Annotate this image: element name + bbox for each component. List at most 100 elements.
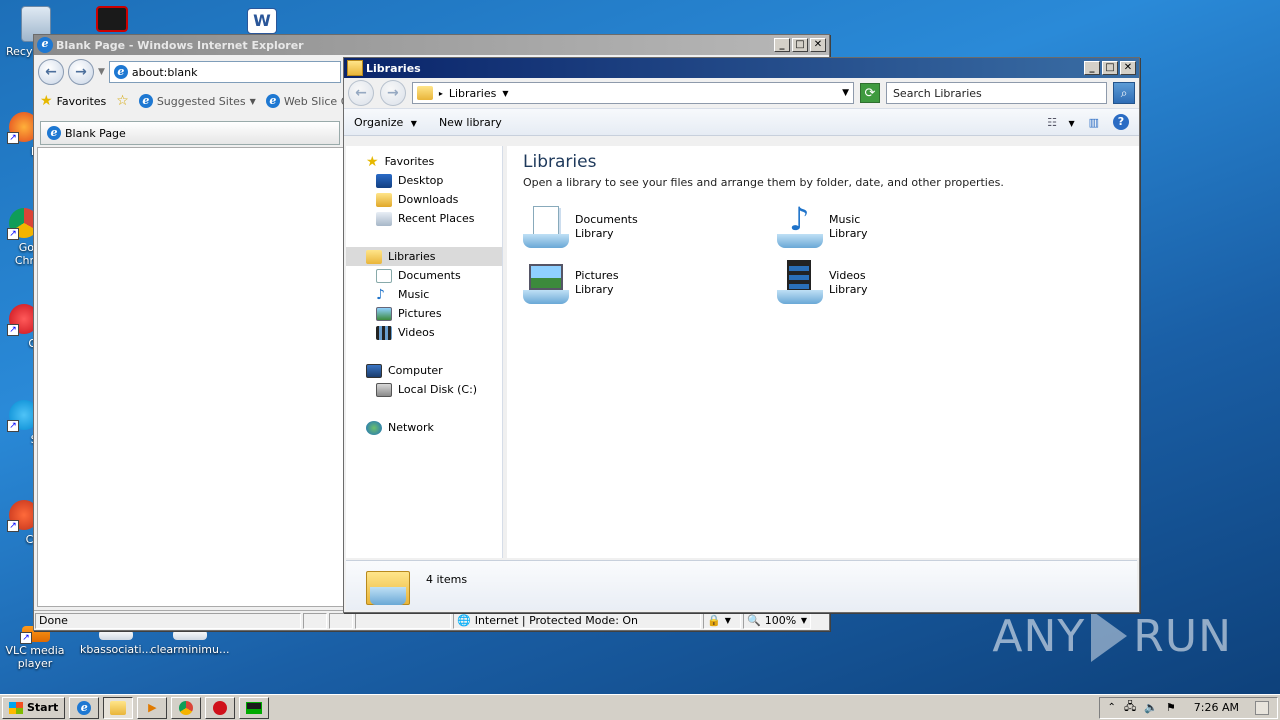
address-text: about:blank	[131, 65, 198, 79]
action-center-flag-icon[interactable]: ⚑	[1166, 701, 1176, 714]
forward-button[interactable]: →	[379, 80, 406, 106]
nav-item-network[interactable]: Network	[346, 418, 502, 437]
nav-item-pictures[interactable]: Pictures	[346, 304, 502, 323]
nav-label: Local Disk (C:)	[398, 383, 478, 396]
taskbar-media-player[interactable]: ▶	[137, 696, 168, 719]
nav-label: Favorites	[384, 155, 435, 168]
favorites-label: Favorites	[56, 94, 107, 108]
show-desktop-button[interactable]	[1255, 700, 1269, 715]
organize-button[interactable]: Organize ▼	[354, 116, 417, 129]
nav-item-libraries[interactable]: Libraries	[346, 247, 502, 266]
back-button[interactable]: ←	[348, 80, 374, 106]
maximize-button[interactable]: □	[1102, 61, 1118, 75]
chevron-down-icon[interactable]: ▼	[98, 67, 105, 77]
search-button[interactable]: ⌕	[1113, 82, 1136, 104]
pictures-icon	[376, 306, 392, 321]
nav-item-downloads[interactable]: Downloads	[346, 190, 502, 209]
chevron-right-icon[interactable]: ▸	[439, 89, 443, 98]
network-tray-icon[interactable]: 🖧	[1124, 698, 1136, 717]
preview-pane-button[interactable]: ▥	[1089, 116, 1099, 129]
page-title: Libraries	[523, 152, 597, 172]
chevron-down-icon[interactable]: ▼	[502, 89, 508, 98]
clock[interactable]: 7:26 AM	[1194, 701, 1239, 714]
favorites-button[interactable]: ★ Favorites	[40, 93, 106, 109]
page-icon: e	[113, 65, 128, 79]
library-item-videos[interactable]: Videos Library	[777, 259, 1031, 307]
search-input[interactable]: Search Libraries	[885, 82, 1108, 104]
ie-page-content[interactable]	[37, 147, 347, 607]
details-pane: 4 items	[346, 560, 1137, 610]
desktop-icon-kbassociati[interactable]: kbassociati...	[76, 630, 156, 656]
close-button[interactable]: ✕	[810, 38, 826, 52]
nav-item-desktop[interactable]: Desktop	[346, 171, 502, 190]
status-empty-segment	[355, 612, 451, 629]
minimize-button[interactable]: _	[1084, 61, 1100, 75]
explorer-window[interactable]: Libraries _ □ ✕ ← → ▸ Libraries ▼ ▼ ⟳ Se…	[343, 57, 1140, 613]
taskbar-task-manager[interactable]	[239, 696, 270, 719]
explorer-title: Libraries	[366, 61, 421, 75]
nav-item-computer[interactable]: Computer	[346, 361, 502, 380]
breadcrumb-libraries[interactable]: Libraries	[449, 87, 497, 100]
nav-item-favorites[interactable]: ★ Favorites	[346, 152, 502, 171]
refresh-button[interactable]: ⟳	[860, 83, 880, 103]
nav-label: Documents	[398, 269, 461, 282]
zone-segment[interactable]: 🌐 Internet | Protected Mode: On	[453, 612, 701, 629]
tab-page-icon: e	[47, 126, 61, 140]
suggested-sites-button[interactable]: e Suggested Sites ▼	[138, 94, 256, 108]
content-pane: Libraries Open a library to see your fil…	[507, 146, 1139, 558]
zoom-button[interactable]: 🔍 100% ▼	[743, 612, 811, 629]
arrow-right-icon: →	[386, 85, 399, 101]
history-dropdown-icon[interactable]: ▼	[842, 88, 849, 98]
nav-label: Recent Places	[398, 212, 475, 225]
nav-item-local-disk[interactable]: Local Disk (C:)	[346, 380, 502, 399]
music-library-icon: ♪	[777, 200, 823, 250]
volume-icon[interactable]: 🔈	[1144, 701, 1158, 714]
help-button[interactable]: ?	[1113, 114, 1129, 130]
library-item-pictures[interactable]: Pictures Library	[523, 259, 777, 307]
chevron-down-icon: ▼	[800, 616, 807, 625]
ie-tab[interactable]: e Blank Page	[40, 121, 340, 145]
taskbar-windows-explorer[interactable]	[103, 696, 134, 719]
address-bar[interactable]: e about:blank	[108, 61, 341, 83]
back-button[interactable]: ←	[38, 59, 64, 85]
nav-label: Music	[398, 288, 430, 301]
nav-item-documents[interactable]: Documents	[346, 266, 502, 285]
new-library-button[interactable]: New library	[439, 116, 502, 129]
maximize-button[interactable]: □	[792, 38, 808, 52]
minimize-button[interactable]: _	[774, 38, 790, 52]
ie-status-bar: Done 🌐 Internet | Protected Mode: On 🔒 ▼…	[34, 610, 829, 630]
forward-button[interactable]: →	[68, 59, 94, 85]
desktop-icon-vlc[interactable]: ↗ VLC media player	[4, 626, 66, 670]
add-favorite-icon[interactable]: ☆	[116, 93, 129, 109]
start-button[interactable]: Start	[2, 696, 66, 719]
shortcut-arrow-icon: ↗	[7, 324, 19, 336]
lock-icon: 🔒	[707, 614, 721, 627]
play-triangle-icon	[1091, 610, 1128, 662]
library-item-music[interactable]: ♪ Music Library	[777, 200, 1031, 251]
windows-logo-icon	[9, 701, 23, 714]
explorer-titlebar[interactable]: Libraries _ □ ✕	[344, 58, 1139, 78]
nav-label: Downloads	[398, 193, 459, 206]
breadcrumb[interactable]: ▸ Libraries ▼ ▼	[411, 82, 855, 104]
desktop-icon-pdf[interactable]	[90, 6, 134, 35]
change-view-button[interactable]: ☷ ▼	[1047, 116, 1075, 129]
nav-item-videos[interactable]: Videos	[346, 323, 502, 342]
web-slice-button[interactable]: e Web Slice G	[265, 94, 350, 108]
taskbar-internet-explorer[interactable]: e	[69, 696, 100, 719]
desktop-icon-clearminimu[interactable]: clearminimu...	[150, 630, 230, 656]
library-item-documents[interactable]: Documents Library	[523, 203, 777, 251]
close-button[interactable]: ✕	[1120, 61, 1136, 75]
nav-item-recent-places[interactable]: Recent Places	[346, 209, 502, 228]
show-hidden-icons-button[interactable]: ⌃	[1108, 702, 1116, 713]
arrow-left-icon: ←	[45, 64, 57, 80]
anyrun-watermark: ANY RUN	[992, 610, 1232, 662]
taskbar-opera[interactable]	[205, 696, 236, 719]
refresh-icon: ⟳	[864, 86, 876, 101]
ie-titlebar[interactable]: e Blank Page - Windows Internet Explorer…	[34, 35, 829, 55]
documents-library-icon	[523, 204, 569, 250]
nav-item-music[interactable]: ♪ Music	[346, 285, 502, 304]
taskbar-chrome[interactable]	[171, 696, 202, 719]
web-slice-label: Web Slice G	[283, 94, 350, 108]
protected-mode-button[interactable]: 🔒 ▼	[703, 612, 741, 629]
desktop-icon-word[interactable]: W	[238, 8, 286, 37]
